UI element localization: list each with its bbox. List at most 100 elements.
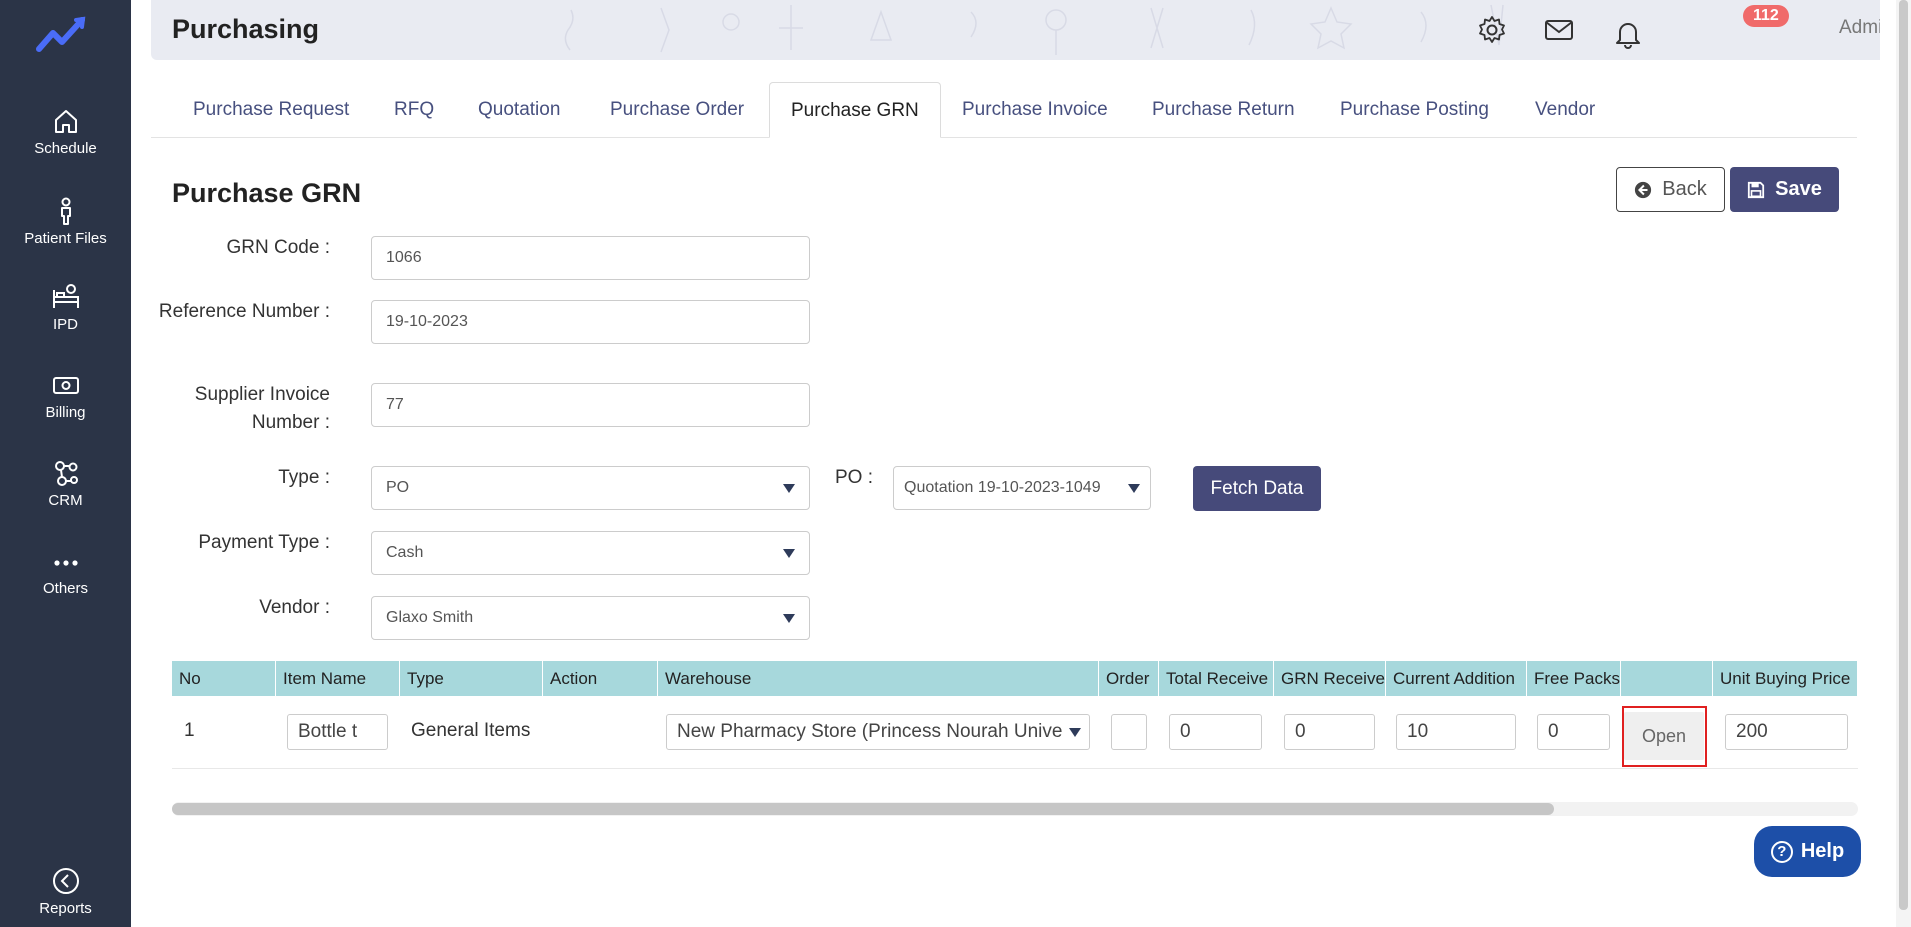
caret-down-icon	[1069, 727, 1081, 737]
floppy-disk-icon	[1748, 181, 1765, 198]
tab-purchase-grn[interactable]: Purchase GRN	[769, 82, 941, 138]
vendor-label: Vendor :	[259, 597, 330, 618]
sidebar: Schedule Patient Files IPD Billing CRM O…	[0, 0, 131, 927]
sidebar-item-patient-files[interactable]: Patient Files	[0, 196, 131, 247]
reference-number-field[interactable]: 19-10-2023	[371, 300, 810, 344]
bell-icon[interactable]	[1612, 18, 1644, 50]
col-grn-receive: GRN Receive	[1274, 661, 1386, 696]
sidebar-item-reports[interactable]: Reports	[0, 866, 131, 917]
arrow-left-circle-icon	[1635, 181, 1652, 198]
sidebar-item-label: Reports	[39, 900, 92, 917]
sidebar-item-label: Others	[42, 580, 88, 597]
table-row: 1 Bottle t General Items New Pharmacy St…	[172, 696, 1858, 769]
back-label: Back	[1662, 178, 1707, 200]
col-warehouse: Warehouse	[658, 661, 1099, 696]
col-item-name: Item Name	[276, 661, 400, 696]
top-header: Purchasing 112 Administrator	[151, 0, 1880, 60]
save-label: Save	[1775, 178, 1822, 200]
sidebar-item-billing[interactable]: Billing	[0, 370, 131, 421]
col-action: Action	[543, 661, 658, 696]
question-icon: ?	[1770, 840, 1793, 863]
more-icon	[51, 546, 81, 576]
sidebar-item-label: CRM	[48, 492, 83, 509]
vendor-value: Glaxo Smith	[386, 609, 474, 626]
warehouse-select[interactable]: New Pharmacy Store (Princess Nourah Univ…	[666, 714, 1090, 750]
vendor-select[interactable]: Glaxo Smith	[371, 596, 810, 640]
reference-number-label: Reference Number :	[158, 301, 330, 322]
warehouse-value: New Pharmacy Store (Princess Nourah Univ…	[677, 721, 1063, 742]
item-type: General Items	[411, 720, 531, 741]
decorative-pattern	[564, 4, 1504, 55]
grn-code-field[interactable]: 1066	[371, 236, 810, 280]
payment-type-value: Cash	[386, 544, 424, 561]
save-button[interactable]: Save	[1730, 167, 1839, 212]
sidebar-item-label: Schedule	[34, 140, 97, 157]
item-name-input[interactable]: Bottle t	[287, 714, 388, 750]
fetch-data-button[interactable]: Fetch Data	[1193, 466, 1321, 511]
sidebar-item-schedule[interactable]: Schedule	[0, 106, 131, 157]
order-checkbox[interactable]	[1111, 714, 1147, 750]
caret-down-icon	[783, 613, 795, 623]
col-no: No	[172, 661, 276, 696]
col-total-receive: Total Receive	[1159, 661, 1274, 696]
po-value: Quotation 19-10-2023-1049	[904, 479, 1101, 496]
supplier-invoice-field[interactable]: 77	[371, 383, 810, 427]
payment-type-label: Payment Type :	[198, 532, 330, 553]
notification-badge: 112	[1743, 5, 1789, 27]
tab-purchase-request[interactable]: Purchase Request	[193, 82, 349, 138]
tab-rfq[interactable]: RFQ	[394, 82, 434, 138]
sidebar-item-label: Patient Files	[24, 230, 107, 247]
money-icon	[51, 370, 81, 400]
sidebar-item-label: IPD	[52, 316, 78, 333]
back-button[interactable]: Back	[1616, 167, 1725, 212]
table-header: No Item Name Type Action Warehouse Order…	[172, 661, 1858, 696]
tab-purchase-order[interactable]: Purchase Order	[610, 82, 744, 138]
section-title: Purchase GRN	[172, 178, 362, 208]
open-button[interactable]: Open	[1624, 712, 1704, 760]
logo-icon	[36, 16, 86, 52]
col-order: Order	[1099, 661, 1159, 696]
tab-bar: Purchase Request RFQ Quotation Purchase …	[151, 82, 1857, 138]
sidebar-item-crm[interactable]: CRM	[0, 458, 131, 509]
tab-purchase-invoice[interactable]: Purchase Invoice	[962, 82, 1108, 138]
network-icon	[51, 458, 81, 488]
home-icon	[51, 106, 81, 136]
payment-type-select[interactable]: Cash	[371, 531, 810, 575]
caret-down-icon	[1128, 483, 1140, 493]
tab-vendor[interactable]: Vendor	[1535, 82, 1595, 138]
sidebar-item-ipd[interactable]: IPD	[0, 282, 131, 333]
tab-purchase-posting[interactable]: Purchase Posting	[1340, 82, 1489, 138]
user-name[interactable]: Administrator	[1839, 17, 1880, 39]
sidebar-item-label: Billing	[45, 404, 86, 421]
type-value: PO	[386, 479, 410, 496]
grn-code-label: GRN Code :	[226, 237, 330, 258]
col-current-addition: Current Addition	[1386, 661, 1527, 696]
scrollbar-thumb[interactable]	[1899, 0, 1908, 910]
total-receive-input[interactable]: 0	[1169, 714, 1262, 750]
back-circle-icon	[51, 866, 81, 896]
mail-icon[interactable]	[1543, 14, 1575, 46]
scrollbar-thumb[interactable]	[172, 803, 1554, 815]
col-unit-buying-price: Unit Buying Price	[1713, 661, 1858, 696]
caret-down-icon	[783, 548, 795, 558]
type-label: Type :	[278, 467, 330, 488]
bed-icon	[51, 282, 81, 312]
col-type: Type	[400, 661, 543, 696]
po-select[interactable]: Quotation 19-10-2023-1049	[893, 466, 1151, 510]
person-icon	[51, 196, 81, 226]
supplier-invoice-label: Supplier Invoice Number :	[194, 384, 330, 433]
grn-receive-input[interactable]: 0	[1284, 714, 1375, 750]
gear-icon[interactable]	[1476, 14, 1508, 46]
unit-buying-price-input[interactable]: 200	[1725, 714, 1848, 750]
po-label: PO :	[834, 467, 873, 488]
col-open	[1621, 661, 1713, 696]
row-number: 1	[184, 720, 195, 741]
current-addition-input[interactable]: 10	[1396, 714, 1516, 750]
table-horizontal-scrollbar[interactable]	[172, 802, 1858, 816]
help-button[interactable]: ? Help	[1754, 826, 1861, 877]
page-vertical-scrollbar[interactable]	[1896, 0, 1911, 927]
tab-purchase-return[interactable]: Purchase Return	[1152, 82, 1295, 138]
sidebar-item-others[interactable]: Others	[0, 546, 131, 597]
tab-quotation[interactable]: Quotation	[478, 82, 560, 138]
free-packs-input[interactable]: 0	[1537, 714, 1610, 750]
